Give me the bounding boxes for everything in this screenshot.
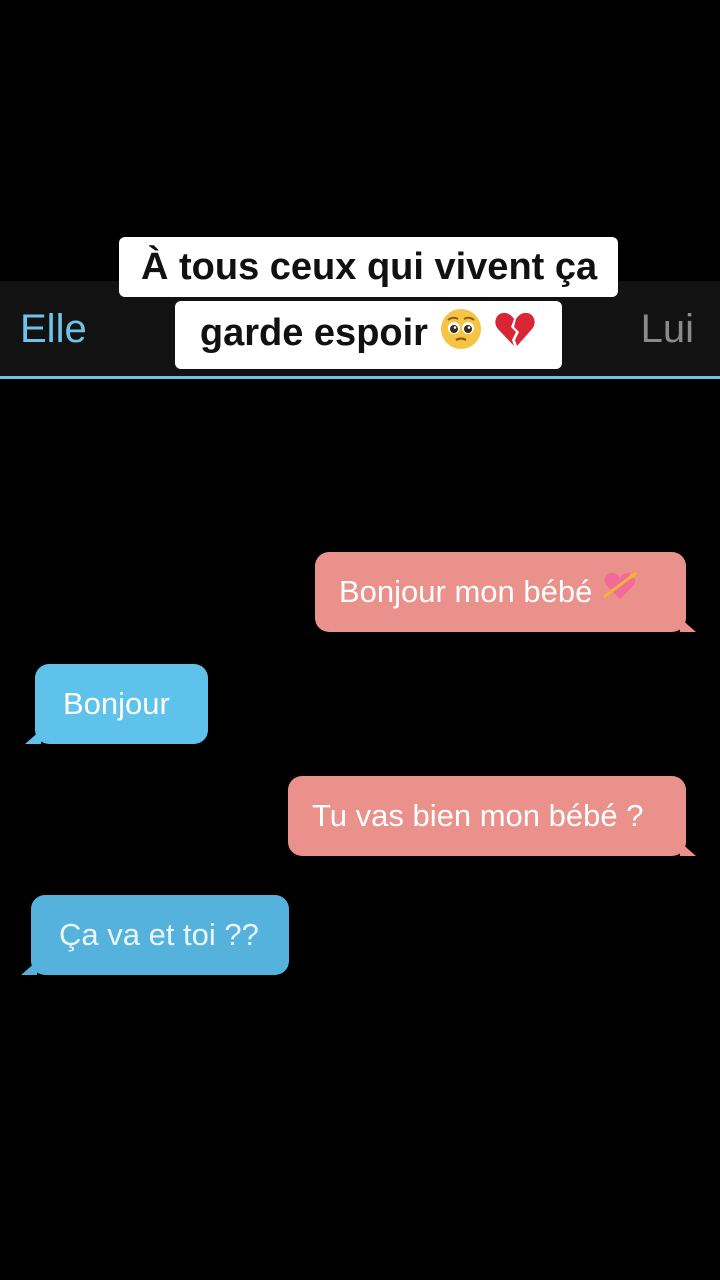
message-bubble-received[interactable]: Bonjour [25, 664, 208, 744]
caption-text-2: garde espoir [199, 312, 428, 355]
chat-screen: Elle Lui À tous ceux qui vivent ça garde… [0, 0, 720, 1280]
bubble-tail [680, 842, 696, 856]
message-text: Tu vas bien mon bébé ? [312, 798, 644, 833]
message-text: Ça va et toi ?? [59, 917, 259, 952]
message-text: Bonjour [63, 686, 170, 721]
caption-text-1: À tous ceux qui vivent ça [141, 246, 598, 288]
bubble-tail [21, 961, 37, 975]
caption-line-1: À tous ceux qui vivent ça [119, 237, 618, 297]
pleading-face-icon [439, 307, 483, 363]
message-bubble-sent[interactable]: Bonjour mon bébé [315, 552, 696, 634]
tab-lui[interactable]: Lui [641, 306, 694, 352]
active-tab-indicator [0, 376, 720, 379]
heart-with-arrow-icon [601, 554, 639, 634]
message-bubble-received[interactable]: Ça va et toi ?? [21, 895, 289, 975]
bubble-tail [680, 618, 696, 632]
tab-elle[interactable]: Elle [20, 306, 87, 352]
message-text: Bonjour mon bébé [339, 574, 593, 609]
caption-line-2: garde espoir [175, 301, 562, 369]
bubble-tail [25, 730, 41, 744]
broken-heart-icon [493, 307, 537, 363]
message-bubble-sent[interactable]: Tu vas bien mon bébé ? [288, 776, 696, 856]
